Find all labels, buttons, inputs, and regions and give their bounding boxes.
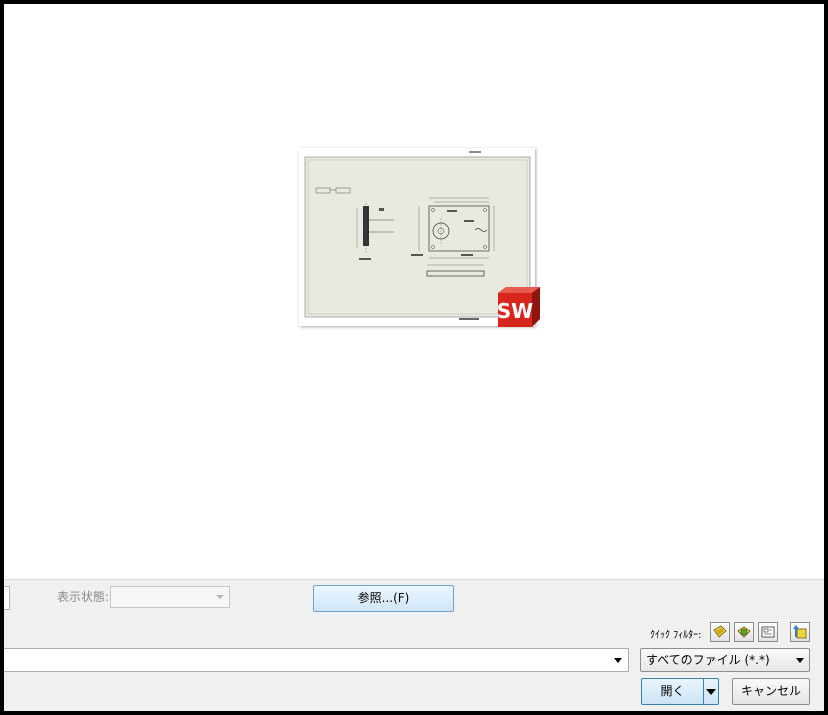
solidworks-logo-icon: SW bbox=[494, 287, 540, 327]
chevron-down-icon bbox=[216, 595, 224, 599]
quick-filter-label: ｸｲｯｸ ﾌｨﾙﾀｰ: bbox=[650, 630, 702, 641]
open-button[interactable]: 開く bbox=[641, 678, 719, 705]
logo-text: SW bbox=[497, 299, 533, 323]
filter-parts-icon[interactable] bbox=[710, 622, 730, 642]
file-name-input[interactable] bbox=[7, 650, 601, 672]
display-state-label: 表示状態: bbox=[57, 590, 110, 604]
file-type-value: すべてのファイル (*.*) bbox=[646, 653, 770, 667]
filter-drawings-icon[interactable] bbox=[758, 622, 778, 642]
cancel-button[interactable]: キャンセル bbox=[732, 678, 810, 705]
left-control-edge[interactable] bbox=[4, 586, 10, 610]
chevron-down-icon[interactable] bbox=[614, 658, 622, 663]
open-options-dropdown[interactable] bbox=[703, 679, 718, 704]
filter-top-level-icon[interactable] bbox=[790, 622, 810, 642]
chevron-down-icon bbox=[706, 689, 716, 695]
file-name-field[interactable] bbox=[4, 648, 629, 672]
open-button-label[interactable]: 開く bbox=[642, 679, 704, 704]
chevron-down-icon bbox=[796, 658, 804, 663]
display-state-dropdown[interactable] bbox=[110, 586, 230, 608]
dialog-controls: 表示状態: 参照...(F) ｸｲｯｸ ﾌｨﾙﾀｰ: すべてのファイル (*.*… bbox=[4, 579, 824, 711]
browse-button[interactable]: 参照...(F) bbox=[313, 585, 454, 612]
open-dialog: SW 表示状態: 参照...(F) ｸｲｯｸ ﾌｨﾙﾀｰ: すべてのファイル (… bbox=[4, 4, 824, 711]
filter-assemblies-icon[interactable] bbox=[734, 622, 754, 642]
file-type-dropdown[interactable]: すべてのファイル (*.*) bbox=[640, 648, 810, 672]
preview-pane: SW bbox=[4, 4, 824, 579]
